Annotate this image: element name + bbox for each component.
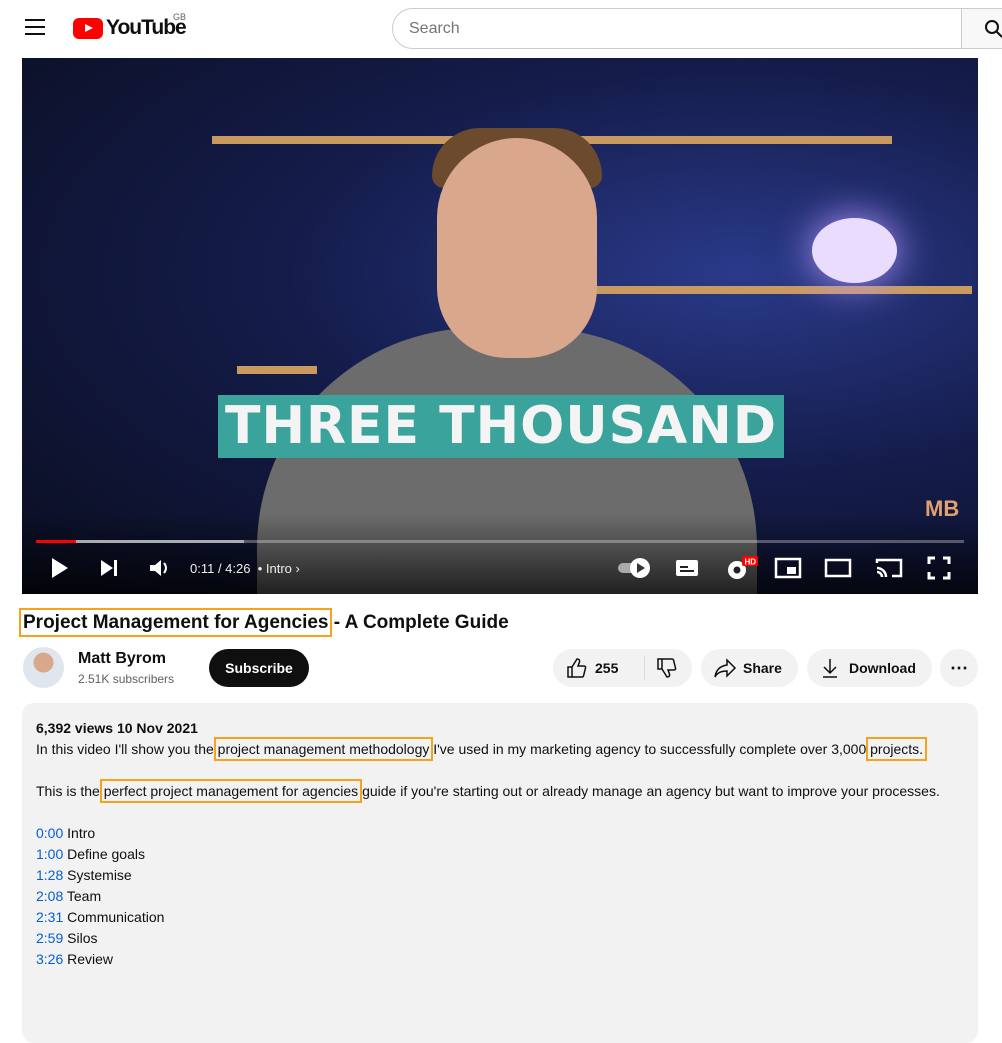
video-title: Project Management for Agencies - A Comp… — [23, 612, 509, 634]
chapter-timestamp-link[interactable]: 1:00 — [36, 846, 63, 862]
chapter-timestamp-link[interactable]: 2:59 — [36, 930, 63, 946]
chapter-list: 0:00 Intro1:00 Define goals1:28 Systemis… — [36, 823, 964, 970]
miniplayer-icon[interactable] — [774, 556, 802, 580]
chapter-item: 2:59 Silos — [36, 928, 964, 949]
volume-icon[interactable] — [148, 556, 172, 580]
subtitles-icon[interactable] — [674, 556, 700, 580]
thumbs-up-icon — [565, 657, 587, 679]
description-paragraph: In this video I'll show you the project … — [36, 739, 964, 760]
progress-bar[interactable] — [36, 540, 964, 543]
chapter-label: Define goals — [63, 846, 145, 862]
search-icon — [984, 19, 1002, 39]
share-icon — [713, 657, 737, 679]
download-icon — [821, 657, 839, 679]
time-display: 0:11 / 4:26 — [190, 561, 250, 576]
region-label: GB — [173, 12, 186, 22]
chapter-item: 2:31 Communication — [36, 907, 964, 928]
youtube-play-icon — [73, 18, 103, 39]
theater-mode-icon[interactable] — [824, 556, 852, 580]
settings-icon[interactable]: HD — [725, 556, 759, 582]
top-bar: YouTube GB — [0, 0, 1002, 56]
download-button[interactable]: Download — [807, 649, 932, 687]
search-button[interactable] — [961, 8, 1002, 49]
next-icon[interactable] — [98, 556, 120, 580]
chapter-label: Review — [63, 951, 113, 967]
cast-icon[interactable] — [875, 556, 903, 580]
search-input[interactable] — [392, 8, 962, 49]
channel-avatar[interactable] — [23, 647, 64, 688]
channel-name[interactable]: Matt Byrom — [78, 650, 166, 668]
chapter-label: Systemise — [63, 867, 131, 883]
chapter-item: 3:26 Review — [36, 949, 964, 970]
chapter-label[interactable]: • Intro — [258, 561, 292, 576]
autoplay-toggle[interactable] — [616, 556, 654, 580]
chapter-label: Intro — [63, 825, 95, 841]
video-overlay-text: THREE THOUSAND — [218, 395, 784, 458]
chapter-item: 1:28 Systemise — [36, 865, 964, 886]
chapter-item: 0:00 Intro — [36, 823, 964, 844]
youtube-logo[interactable]: YouTube GB — [73, 16, 186, 40]
chapter-label: Team — [63, 888, 101, 904]
chapter-timestamp-link[interactable]: 2:08 — [36, 888, 63, 904]
subscribe-button[interactable]: Subscribe — [209, 649, 309, 687]
fullscreen-icon[interactable] — [927, 556, 951, 580]
chapter-item: 2:08 Team — [36, 886, 964, 907]
description-box[interactable]: 6,392 views 10 Nov 2021 In this video I'… — [22, 703, 978, 1043]
share-button[interactable]: Share — [701, 649, 798, 687]
like-dislike-group: 255 — [553, 649, 692, 687]
like-button[interactable]: 255 — [553, 656, 645, 680]
description-paragraph: This is the perfect project management f… — [36, 781, 964, 802]
chapter-timestamp-link[interactable]: 1:28 — [36, 867, 63, 883]
menu-icon[interactable] — [25, 19, 45, 35]
more-actions-icon[interactable]: ⋯ — [940, 649, 978, 687]
chapter-timestamp-link[interactable]: 2:31 — [36, 909, 63, 925]
chapter-timestamp-link[interactable]: 3:26 — [36, 951, 63, 967]
chapter-timestamp-link[interactable]: 0:00 — [36, 825, 63, 841]
chapter-label: Silos — [63, 930, 97, 946]
play-icon[interactable] — [50, 556, 70, 580]
subscriber-count: 2.51K subscribers — [78, 672, 174, 686]
chapter-item: 1:00 Define goals — [36, 844, 964, 865]
svg-text:HD: HD — [745, 558, 757, 567]
thumbs-down-icon[interactable] — [655, 657, 677, 679]
view-count-date: 6,392 views 10 Nov 2021 — [36, 718, 964, 739]
video-player[interactable]: THREE THOUSAND MB 0:11 / 4:26 • Intro › … — [22, 58, 978, 594]
chapter-label: Communication — [63, 909, 164, 925]
